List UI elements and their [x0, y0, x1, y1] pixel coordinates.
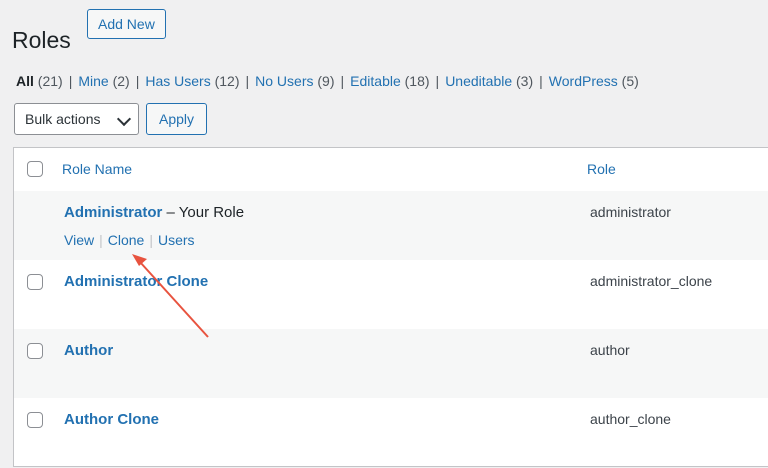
select-all-checkbox[interactable] — [27, 161, 43, 177]
role-slug: author_clone — [590, 411, 671, 427]
separator: | — [135, 73, 140, 89]
role-slug: author — [590, 342, 630, 358]
role-name-link[interactable]: Author Clone — [64, 411, 159, 428]
filter-no-users[interactable]: No Users (9) — [255, 73, 334, 89]
filter-all[interactable]: All (21) — [16, 73, 63, 89]
filter-editable[interactable]: Editable (18) — [350, 73, 429, 89]
bulk-actions-value: Bulk actions — [25, 111, 101, 127]
table-row: Author author — [14, 329, 768, 398]
separator: | — [340, 73, 345, 89]
bulk-actions-select[interactable]: Bulk actions — [14, 103, 139, 135]
filter-wordpress[interactable]: WordPress (5) — [549, 73, 639, 89]
separator: | — [539, 73, 543, 89]
role-name-link[interactable]: Author — [64, 342, 113, 359]
role-slug: administrator — [590, 204, 671, 220]
separator: | — [99, 232, 103, 248]
separator: | — [245, 73, 250, 89]
add-new-button[interactable]: Add New — [87, 9, 166, 39]
table-header: Role Name Role — [14, 148, 768, 192]
apply-button[interactable]: Apply — [146, 103, 208, 135]
row-actions: View | Clone | Users — [64, 232, 195, 248]
clone-action[interactable]: Clone — [108, 232, 145, 248]
table-row: Administrator Clone administrator_clone — [14, 260, 768, 329]
separator: | — [68, 73, 73, 89]
role-name-link[interactable]: Administrator – Your Role — [64, 204, 244, 221]
role-slug: administrator_clone — [590, 273, 713, 289]
view-action[interactable]: View — [64, 232, 94, 248]
separator: | — [435, 73, 440, 89]
page-title: Roles — [12, 27, 71, 54]
roles-table: Role Name Role Administrator – Your Role… — [13, 147, 768, 467]
filter-has-users[interactable]: Has Users (12) — [145, 73, 239, 89]
role-name-link[interactable]: Administrator Clone — [64, 273, 208, 290]
table-row: Author Clone author_clone — [14, 398, 768, 468]
column-role-name[interactable]: Role Name — [62, 161, 132, 177]
table-row: Administrator – Your Role administrator … — [14, 191, 768, 260]
filter-uneditable[interactable]: Uneditable (3) — [445, 73, 533, 89]
filter-links: All (21) | Mine (2) | Has Users (12) | No User… — [16, 73, 639, 89]
row-checkbox[interactable] — [27, 274, 43, 290]
chevron-down-icon — [116, 111, 132, 127]
separator: | — [149, 232, 153, 248]
row-checkbox[interactable] — [27, 412, 43, 428]
row-checkbox[interactable] — [27, 343, 43, 359]
column-role[interactable]: Role — [587, 161, 616, 177]
users-action[interactable]: Users — [158, 232, 195, 248]
filter-mine[interactable]: Mine (2) — [78, 73, 129, 89]
